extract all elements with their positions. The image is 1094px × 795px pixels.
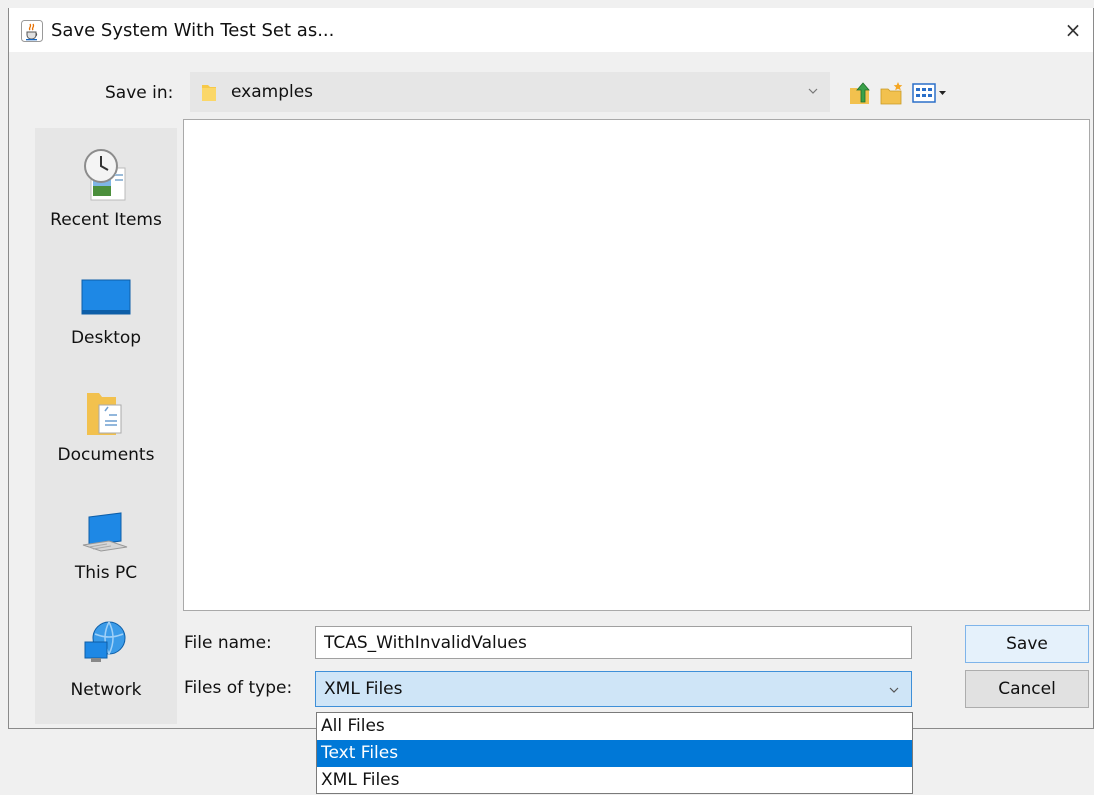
file-type-option-xml-files[interactable]: XML Files (317, 767, 912, 794)
file-type-label: Files of type: (184, 678, 293, 698)
place-label-desktop: Desktop (70, 328, 142, 348)
cancel-button[interactable]: Cancel (965, 670, 1089, 708)
file-type-combo[interactable]: XML Files (315, 671, 912, 707)
place-documents[interactable]: Documents (35, 375, 177, 487)
file-type-option-all-files[interactable]: All Files (317, 713, 912, 740)
close-button[interactable]: × (1053, 8, 1093, 52)
save-in-combo[interactable]: examples (190, 72, 830, 112)
up-one-level-icon[interactable] (847, 80, 873, 106)
save-button[interactable]: Save (965, 625, 1089, 663)
window-title: Save System With Test Set as... (51, 20, 335, 41)
network-icon (84, 621, 126, 662)
this-pc-icon (82, 512, 128, 552)
recent-items-icon (84, 149, 126, 201)
java-cup-icon (21, 20, 43, 42)
file-type-value: XML Files (324, 679, 403, 699)
chevron-down-icon (887, 680, 901, 700)
place-network[interactable]: Network (35, 610, 177, 722)
file-name-label: File name: (184, 633, 272, 653)
place-recent-items[interactable]: Recent Items (35, 140, 177, 252)
save-in-label: Save in: (105, 83, 174, 103)
place-desktop[interactable]: Desktop (35, 258, 177, 370)
place-label-this-pc: This PC (74, 563, 138, 583)
file-list[interactable] (183, 119, 1090, 611)
view-menu-icon[interactable] (912, 80, 948, 106)
file-type-option-text-files[interactable]: Text Files (317, 740, 912, 767)
file-type-dropdown: All Files Text Files XML Files (316, 712, 913, 794)
file-name-input[interactable] (315, 626, 912, 659)
save-dialog: Save System With Test Set as... × Save i… (8, 8, 1094, 729)
save-in-value: examples (231, 82, 314, 102)
places-bar: Recent Items Desktop Documents This PC N… (35, 128, 177, 724)
documents-icon (87, 393, 122, 435)
place-label-recent-items: Recent Items (50, 210, 162, 230)
place-this-pc[interactable]: This PC (35, 493, 177, 605)
desktop-icon (81, 279, 131, 315)
place-label-network: Network (70, 680, 142, 700)
new-folder-icon[interactable] (879, 80, 905, 106)
place-label-documents: Documents (57, 445, 155, 465)
title-bar[interactable]: Save System With Test Set as... × (9, 8, 1093, 52)
chevron-down-icon (806, 81, 820, 101)
folder-icon (202, 83, 216, 101)
